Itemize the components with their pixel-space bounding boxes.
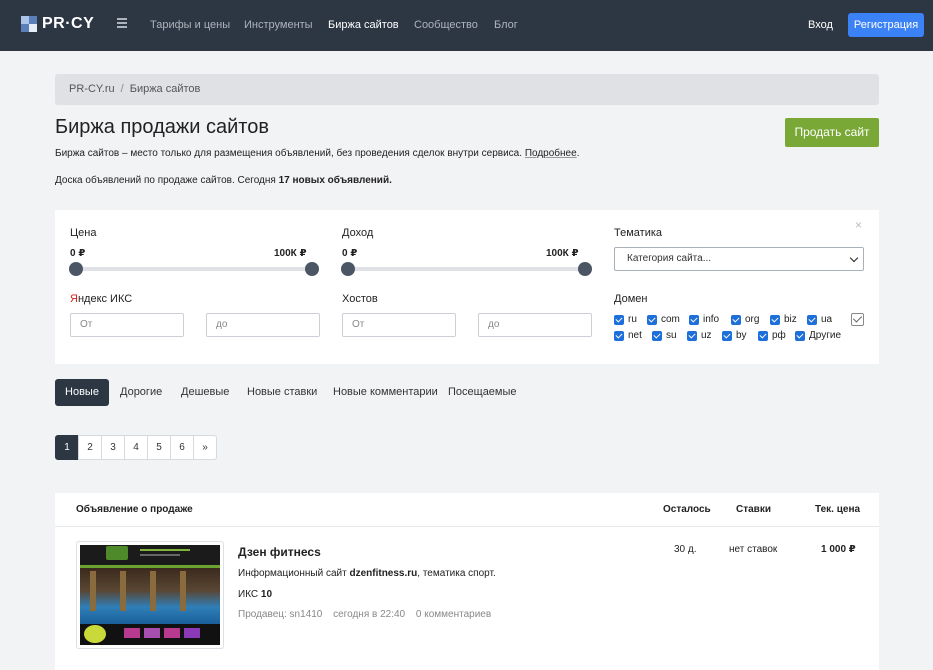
menu-icon[interactable]	[117, 18, 127, 28]
income-slider-track[interactable]	[345, 267, 585, 271]
chevron-down-icon	[849, 253, 859, 263]
new-ads-count: 17 новых объявлений.	[278, 175, 392, 186]
listings-table: Объявление о продаже Осталось Ставки Тек…	[55, 493, 879, 670]
iks-to-input[interactable]: до	[206, 313, 320, 337]
nav-community[interactable]: Сообщество	[414, 19, 478, 31]
current-price: 1 000 ₽	[821, 544, 856, 555]
breadcrumb-separator: /	[120, 83, 124, 95]
tab-visited[interactable]: Посещаемые	[448, 379, 517, 406]
domain-checkbox-rf[interactable]: рф	[758, 330, 786, 341]
page-4[interactable]: 4	[124, 435, 148, 460]
page-2[interactable]: 2	[78, 435, 102, 460]
pagination: 1 2 3 4 5 6 »	[55, 435, 217, 460]
page-1[interactable]: 1	[55, 435, 79, 460]
logo-text: PR·CY	[42, 15, 95, 32]
income-min-handle[interactable]	[341, 262, 355, 276]
logo-icon	[21, 16, 37, 32]
listing-domain: dzenfitness.ru	[349, 568, 418, 579]
tab-new-bids[interactable]: Новые ставки	[247, 379, 317, 406]
iks-label: Яндекс ИКС	[70, 293, 133, 305]
domain-checkbox-info[interactable]: info	[689, 314, 719, 325]
domain-checkbox-uz[interactable]: uz	[687, 330, 712, 341]
page-description: Биржа сайтов – место только для размещен…	[55, 148, 579, 159]
login-link[interactable]: Вход	[808, 19, 833, 31]
logo[interactable]: PR·CY	[21, 15, 94, 33]
page-3[interactable]: 3	[101, 435, 125, 460]
filter-panel: × Цена 0 ₽ 100К ₽ Доход 0 ₽ 100К ₽ Темат…	[55, 210, 879, 364]
domain-checkbox-ua[interactable]: ua	[807, 314, 832, 325]
domain-checkbox-org[interactable]: org	[731, 314, 759, 325]
domain-checkbox-com[interactable]: com	[647, 314, 680, 325]
top-navbar: PR·CY Тарифы и цены Инструменты Биржа са…	[0, 0, 933, 51]
nav-blog[interactable]: Блог	[494, 19, 518, 31]
page-6[interactable]: 6	[170, 435, 194, 460]
price-max: 100К ₽	[274, 248, 307, 259]
more-link[interactable]: Подробнее	[525, 148, 577, 159]
breadcrumb-home[interactable]: PR-CY.ru	[69, 83, 115, 95]
domain-checkbox-net[interactable]: net	[614, 330, 642, 341]
header-time-left[interactable]: Осталось	[663, 504, 711, 515]
listing-time: сегодня в 22:40	[333, 609, 406, 620]
nav-exchange[interactable]: Биржа сайтов	[328, 19, 399, 31]
breadcrumb-current: Биржа сайтов	[129, 83, 201, 95]
domain-checkbox-biz[interactable]: biz	[770, 314, 797, 325]
price-min: 0 ₽	[70, 248, 86, 259]
seller[interactable]: Продавец: sn1410	[238, 609, 322, 620]
hosts-from-input[interactable]: От	[342, 313, 456, 337]
domain-label: Домен	[614, 293, 648, 305]
page-title: Биржа продажи сайтов	[55, 116, 269, 138]
price-slider-track[interactable]	[73, 267, 313, 271]
page-next[interactable]: »	[193, 435, 217, 460]
description-text: Биржа сайтов – место только для размещен…	[55, 148, 523, 159]
header-bids[interactable]: Ставки	[736, 504, 771, 515]
price-max-handle[interactable]	[305, 262, 319, 276]
category-select-value: Категория сайта...	[627, 253, 712, 264]
nav-tools[interactable]: Инструменты	[244, 19, 313, 31]
site-screenshot-image	[80, 545, 220, 645]
page-5[interactable]: 5	[147, 435, 171, 460]
description-period: .	[576, 148, 580, 159]
comments-count[interactable]: 0 комментариев	[416, 609, 491, 620]
header-ad: Объявление о продаже	[76, 504, 193, 515]
time-left: 30 д.	[674, 544, 697, 555]
hosts-to-input[interactable]: до	[478, 313, 592, 337]
register-button[interactable]: Регистрация	[848, 13, 924, 37]
income-min: 0 ₽	[342, 248, 358, 259]
hosts-label: Хостов	[342, 293, 378, 305]
iks-from-input[interactable]: От	[70, 313, 184, 337]
price-min-handle[interactable]	[69, 262, 83, 276]
listing-title[interactable]: Дзен фитнесs	[238, 545, 321, 559]
tab-expensive[interactable]: Дорогие	[120, 379, 162, 406]
header-price[interactable]: Тек. цена	[815, 504, 860, 515]
tab-cheap[interactable]: Дешевые	[181, 379, 229, 406]
tab-new-comments[interactable]: Новые комментарии	[333, 379, 438, 406]
bids-status: нет ставок	[729, 544, 778, 555]
listing-iks: ИКС 10	[238, 589, 273, 600]
price-label: Цена	[70, 227, 97, 239]
domain-checkbox-other[interactable]: Другие	[795, 330, 841, 341]
category-select[interactable]: Категория сайта...	[614, 247, 864, 271]
income-max-handle[interactable]	[578, 262, 592, 276]
nav-tariffs[interactable]: Тарифы и цены	[150, 19, 230, 31]
site-thumbnail[interactable]	[76, 541, 224, 649]
board-text: Доска объявлений по продаже сайтов. Сего…	[55, 175, 276, 186]
breadcrumb: PR-CY.ru / Биржа сайтов	[55, 74, 879, 105]
topic-label: Тематика	[614, 227, 663, 239]
sell-site-button[interactable]: Продать сайт	[785, 118, 879, 147]
listing-meta: Продавец: sn1410 сегодня в 22:40 0 комме…	[238, 609, 499, 620]
close-icon[interactable]: ×	[855, 218, 862, 232]
domain-checkbox-ru[interactable]: ru	[614, 314, 637, 325]
select-all-domains-checkbox[interactable]	[851, 313, 864, 326]
listing-description: Информационный сайт dzenfitness.ru, тема…	[238, 568, 496, 579]
income-label: Доход	[342, 227, 374, 239]
tab-new[interactable]: Новые	[55, 379, 109, 406]
domain-checkbox-by[interactable]: by	[722, 330, 747, 341]
income-max: 100К ₽	[546, 248, 579, 259]
header-divider	[55, 526, 879, 527]
domain-checkbox-su[interactable]: su	[652, 330, 677, 341]
board-info: Доска объявлений по продаже сайтов. Сего…	[55, 175, 392, 186]
